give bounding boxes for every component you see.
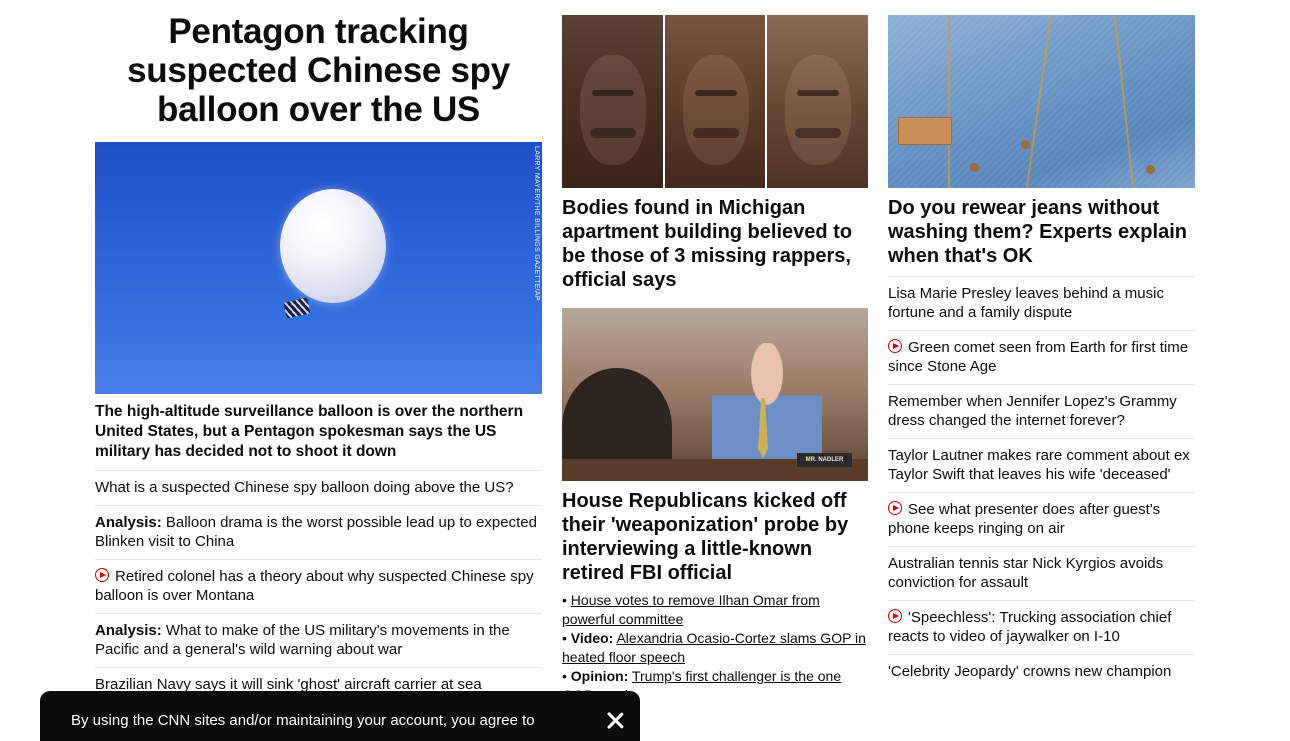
lead-story-column: Pentagon tracking suspected Chinese spy …: [95, 12, 542, 702]
list-item[interactable]: Analysis: What to make of the US militar…: [95, 613, 542, 667]
jeans-rivet: [970, 163, 979, 172]
video-play-icon: [95, 568, 109, 582]
jeans-seam: [1113, 15, 1135, 188]
weaponization-headline[interactable]: House Republicans kicked off their 'weap…: [562, 489, 868, 585]
list-item[interactable]: See what presenter does after guest's ph…: [888, 492, 1195, 546]
list-item[interactable]: Analysis: Balloon drama is the worst pos…: [95, 505, 542, 559]
nameplate: MR. NADLER: [797, 453, 852, 467]
video-play-icon: [888, 339, 902, 353]
right-column: Do you rewear jeans without washing them…: [888, 15, 1195, 689]
story-text[interactable]: Green comet seen from Earth for first ti…: [888, 339, 1188, 375]
bullet-item[interactable]: • House votes to remove Ilhan Omar from …: [562, 591, 868, 629]
story-text[interactable]: Taylor Lautner makes rare comment about …: [888, 447, 1190, 483]
story-kicker: Analysis:: [95, 514, 162, 531]
story-text[interactable]: Lisa Marie Presley leaves behind a music…: [888, 285, 1164, 321]
list-item[interactable]: Remember when Jennifer Lopez's Grammy dr…: [888, 384, 1195, 438]
portrait-photo: [664, 15, 766, 188]
list-item[interactable]: Lisa Marie Presley leaves behind a music…: [888, 276, 1195, 330]
middle-column: Bodies found in Michigan apartment build…: [562, 15, 869, 705]
close-icon[interactable]: [606, 711, 624, 729]
story-text[interactable]: See what presenter does after guest's ph…: [888, 501, 1160, 537]
jeans-seam: [948, 15, 950, 188]
list-item[interactable]: What is a suspected Chinese spy balloon …: [95, 470, 542, 505]
bullet-item[interactable]: • Video: Alexandria Ocasio-Cortez slams …: [562, 629, 868, 667]
story-text[interactable]: Remember when Jennifer Lopez's Grammy dr…: [888, 393, 1177, 429]
lead-related-list: What is a suspected Chinese spy balloon …: [95, 470, 542, 702]
michigan-headline[interactable]: Bodies found in Michigan apartment build…: [562, 196, 868, 292]
list-item[interactable]: 'Celebrity Jeopardy' crowns new champion: [888, 654, 1195, 689]
jeans-rivet: [1146, 165, 1155, 174]
cookie-consent-banner: By using the CNN sites and/or maintainin…: [40, 691, 640, 741]
story-text[interactable]: Australian tennis star Nick Kyrgios avoi…: [888, 555, 1163, 591]
list-item[interactable]: Australian tennis star Nick Kyrgios avoi…: [888, 546, 1195, 600]
related-bullets: • House votes to remove Ilhan Omar from …: [562, 591, 868, 705]
video-play-icon: [888, 609, 902, 623]
list-item[interactable]: Retired colonel has a theory about why s…: [95, 559, 542, 613]
story-text[interactable]: 'Speechless': Trucking association chief…: [888, 609, 1171, 645]
portrait-photo: [767, 15, 869, 188]
bullet-kicker: Opinion:: [570, 668, 629, 684]
cookie-banner-text: By using the CNN sites and/or maintainin…: [71, 712, 535, 729]
list-item[interactable]: Green comet seen from Earth for first ti…: [888, 330, 1195, 384]
balloon-payload: [283, 297, 311, 319]
jeans-leather-patch: [898, 117, 952, 145]
lead-image-balloon[interactable]: LARRY MAYER/THE BILLINGS GAZETTE/AP: [95, 142, 542, 394]
photo-credit: LARRY MAYER/THE BILLINGS GAZETTE/AP: [533, 146, 540, 301]
video-play-icon: [888, 501, 902, 515]
hearing-photo[interactable]: MR. NADLER: [562, 308, 868, 481]
balloon-shape: [280, 189, 386, 303]
list-item[interactable]: 'Speechless': Trucking association chief…: [888, 600, 1195, 654]
lead-headline[interactable]: Pentagon tracking suspected Chinese spy …: [95, 12, 542, 129]
jeans-headline[interactable]: Do you rewear jeans without washing them…: [888, 196, 1195, 268]
bullet-link[interactable]: House votes to remove Ilhan Omar from po…: [562, 592, 820, 627]
right-story-list: Lisa Marie Presley leaves behind a music…: [888, 276, 1195, 689]
story-text[interactable]: Balloon drama is the worst possible lead…: [95, 514, 537, 550]
story-text[interactable]: What is a suspected Chinese spy balloon …: [95, 479, 514, 496]
portrait-photo: [562, 15, 663, 188]
lead-dek[interactable]: The high-altitude surveillance balloon i…: [95, 402, 542, 462]
story-kicker: Analysis:: [95, 622, 162, 639]
story-text[interactable]: 'Celebrity Jeopardy' crowns new champion: [888, 663, 1171, 680]
bullet-kicker: Video:: [570, 630, 614, 646]
jeans-seam: [1025, 15, 1053, 188]
story-text[interactable]: Retired colonel has a theory about why s…: [95, 568, 534, 604]
jeans-rivet: [1021, 140, 1030, 149]
list-item[interactable]: Taylor Lautner makes rare comment about …: [888, 438, 1195, 492]
rappers-photo-triptych[interactable]: [562, 15, 869, 188]
jeans-photo[interactable]: [888, 15, 1195, 188]
